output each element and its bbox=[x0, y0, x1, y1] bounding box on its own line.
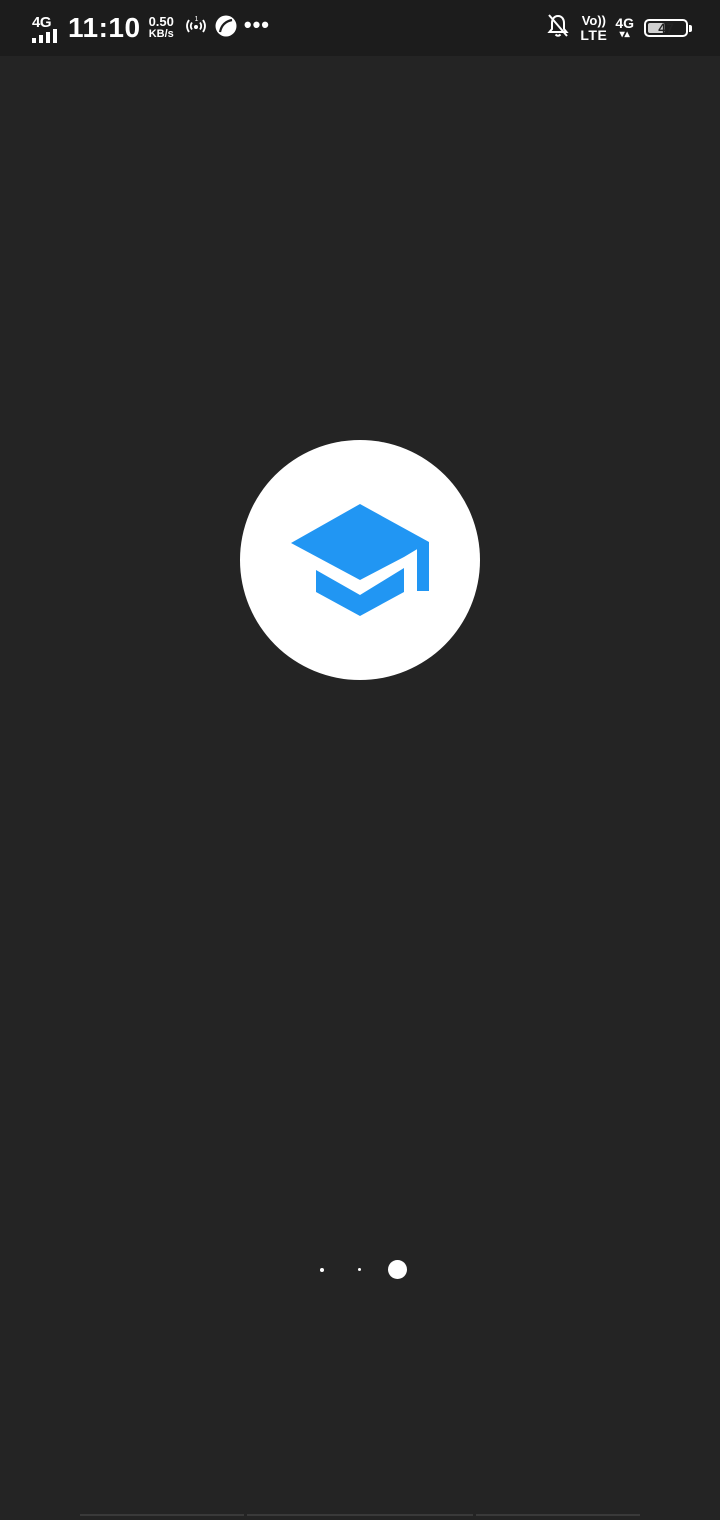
bottom-edge-divider bbox=[476, 1514, 640, 1516]
more-notifications-icon: ••• bbox=[243, 12, 270, 37]
bell-off-icon bbox=[546, 13, 570, 44]
hotspot-icon: 1 bbox=[184, 14, 208, 43]
volte-indicator: Vo)) LTE bbox=[580, 13, 608, 43]
leaf-app-icon bbox=[214, 14, 238, 43]
battery-icon: 47 bbox=[644, 19, 692, 37]
volte-top: Vo)) bbox=[581, 13, 607, 28]
graduation-cap-icon bbox=[291, 504, 429, 616]
bottom-edge-divider bbox=[247, 1514, 473, 1516]
data-arrows-icon: ▾▴ bbox=[619, 28, 630, 40]
volte-bottom: LTE bbox=[580, 27, 608, 43]
page-indicator bbox=[0, 1258, 720, 1282]
battery-level: 47 bbox=[658, 20, 674, 36]
status-bar-right: Vo)) LTE 4G ▾▴ 47 bbox=[546, 12, 692, 44]
network-type: 4G bbox=[32, 14, 52, 31]
clock: 11:10 bbox=[68, 12, 141, 43]
bottom-edge-divider bbox=[80, 1514, 244, 1516]
data-speed-value: 0.50 bbox=[148, 14, 174, 29]
svg-text:1: 1 bbox=[194, 16, 198, 23]
data-speed: 0.50 KB/s bbox=[149, 15, 174, 41]
network-type-2: 4G bbox=[615, 14, 634, 31]
page-dot-2 bbox=[358, 1268, 361, 1271]
status-bar: 4G 11:10 0.50 KB/s 1 ••• Vo)) LTE 4G ▾▴ … bbox=[0, 0, 720, 56]
mobile-data-indicator: 4G ▾▴ bbox=[615, 14, 634, 40]
app-logo bbox=[240, 440, 480, 680]
data-speed-unit: KB/s bbox=[148, 28, 174, 40]
page-dot-active bbox=[388, 1260, 407, 1279]
status-bar-left: 4G 11:10 0.50 KB/s 1 ••• bbox=[32, 10, 276, 46]
splash-screen: 4G 11:10 0.50 KB/s 1 ••• Vo)) LTE 4G ▾▴ … bbox=[0, 0, 720, 1520]
signal-icon: 4G bbox=[32, 13, 62, 43]
page-dot-1 bbox=[320, 1268, 324, 1272]
